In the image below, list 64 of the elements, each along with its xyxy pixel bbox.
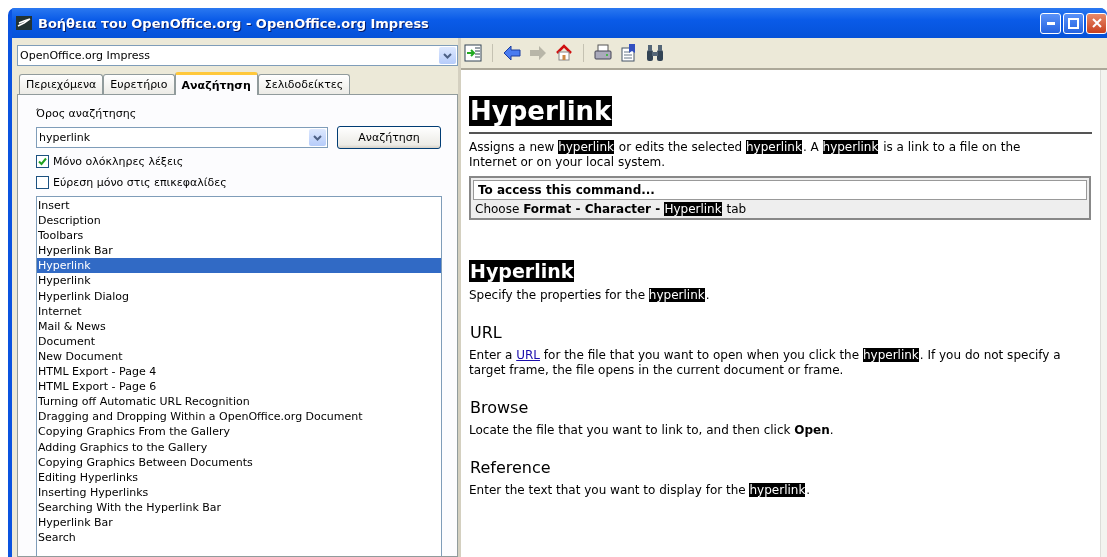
- subsection-heading: URL: [469, 323, 503, 342]
- chevron-down-icon: [313, 134, 322, 141]
- result-item[interactable]: HTML Export - Page 4: [37, 364, 441, 380]
- search-term-label: Όρος αναζήτησης: [36, 107, 138, 120]
- result-item[interactable]: Hyperlink Dialog: [37, 288, 441, 304]
- result-item[interactable]: Document: [37, 333, 441, 349]
- sidebar-toggle-icon[interactable]: [463, 43, 483, 63]
- paragraph: Enter the text that you want to display for the hyperlink.: [469, 483, 812, 498]
- tab[interactable]: Σελιδοδείκτες: [257, 74, 351, 94]
- access-instruction: Choose Format - Character - Hyperlink tab: [474, 201, 748, 216]
- checkbox[interactable]: [36, 176, 49, 189]
- result-item[interactable]: Mail & News: [37, 318, 441, 334]
- checkbox-label: Εύρεση μόνο στις επικεφαλίδες: [53, 176, 227, 189]
- app-logo-icon: [16, 16, 32, 30]
- result-item[interactable]: Toolbars: [37, 228, 441, 244]
- close-button[interactable]: [1086, 12, 1107, 34]
- minimize-button[interactable]: [1040, 12, 1061, 34]
- result-item[interactable]: Dragging and Dropping Within a OpenOffice.org Document: [37, 409, 441, 425]
- result-item[interactable]: Internet: [37, 303, 441, 319]
- result-item[interactable]: Insert: [37, 198, 441, 214]
- result-item[interactable]: Editing Hyperlinks: [37, 469, 441, 485]
- checkbox-label: Μόνο ολόκληρες λέξεις: [53, 155, 184, 168]
- back-arrow-icon[interactable]: [502, 43, 522, 63]
- result-item[interactable]: Hyperlink Bar: [37, 514, 441, 531]
- minimize-icon: [1046, 21, 1055, 25]
- subsection-heading: Reference: [469, 458, 552, 477]
- result-item[interactable]: New Document: [37, 348, 441, 365]
- scrollbar[interactable]: [1100, 70, 1107, 557]
- binoculars-icon[interactable]: [645, 43, 665, 63]
- result-item[interactable]: Hyperlink: [37, 273, 441, 289]
- search-field[interactable]: hyperlink: [36, 127, 328, 148]
- maximize-icon: [1068, 17, 1079, 29]
- checkbox[interactable]: [36, 155, 49, 168]
- result-item[interactable]: Hyperlink Bar: [37, 243, 441, 259]
- result-item[interactable]: HTML Export - Page 6: [37, 379, 441, 395]
- section-heading: Hyperlink: [469, 260, 576, 282]
- paragraph: Enter a URL for the file that you want to open when you click the hyperlink. If you do not specify a target frame, the file opens in the current document or frame.: [469, 348, 1062, 378]
- tab[interactable]: Αναζήτηση: [174, 72, 258, 95]
- access-heading: To access this command...: [473, 180, 1087, 200]
- result-item[interactable]: Hyperlink: [37, 258, 441, 274]
- result-item[interactable]: Search: [37, 530, 441, 546]
- subsection-heading: Browse: [469, 398, 530, 417]
- maximize-button[interactable]: [1063, 12, 1084, 34]
- tab[interactable]: Ευρετήριο: [103, 74, 175, 94]
- module-dropdown[interactable]: OpenOffice.org Impress: [17, 45, 458, 66]
- result-item[interactable]: Copying Graphics From the Gallery: [37, 424, 441, 440]
- result-item[interactable]: Copying Graphics Between Documents: [37, 454, 441, 470]
- result-item[interactable]: Description: [37, 213, 441, 229]
- paragraph: Locate the file that you want to link to, and then click Open.: [469, 423, 835, 438]
- result-item[interactable]: Turning off Automatic URL Recognition: [37, 394, 441, 410]
- url-link[interactable]: URL: [516, 348, 540, 362]
- paragraph: Assigns a new hyperlink or edits the selected hyperlink. A hyperlink is a link to a file on the Internet or on your local system.: [469, 140, 1022, 170]
- result-item[interactable]: Inserting Hyperlinks: [37, 484, 441, 500]
- result-item[interactable]: Adding Graphics to the Gallery: [37, 439, 441, 455]
- result-item[interactable]: Searching With the Hyperlink Bar: [37, 499, 441, 515]
- window-title: Βοήθεια του OpenOffice.org - OpenOffice.org Impress: [38, 15, 429, 31]
- page-title: Hyperlink: [469, 96, 1092, 134]
- home-icon[interactable]: [554, 43, 574, 63]
- search-button[interactable]: Αναζήτηση: [337, 126, 441, 149]
- close-icon: [1091, 18, 1102, 28]
- printer-icon[interactable]: [593, 43, 613, 63]
- tab[interactable]: Περιεχόμενα: [19, 74, 104, 94]
- paragraph: Specify the properties for the hyperlink.: [469, 288, 711, 303]
- chevron-down-icon: [443, 52, 452, 59]
